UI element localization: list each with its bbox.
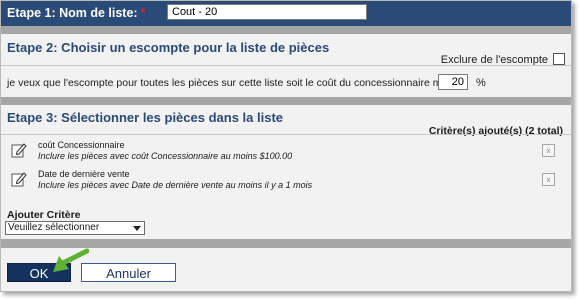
required-mark: * [140,6,146,20]
criteria-name: Date de dernière vente [38,169,130,179]
step2-title: Etape 2: Choisir un escompte pour la lis… [7,40,330,55]
discount-text: je veux que l'escompte pour toutes les p… [7,77,464,89]
divider [1,134,571,135]
discount-input[interactable] [438,74,468,90]
step1-title: Etape 1: Nom de liste: * [7,6,145,20]
step3-section: Etape 3: Sélectionner les pièces dans la… [1,105,571,201]
add-criteria-label: Ajouter Critère [7,209,81,221]
step3-title: Etape 3: Sélectionner les pièces dans la… [7,110,284,125]
separator-bar [1,26,571,34]
edit-icon[interactable] [11,171,27,187]
criteria-description: Inclure les pièces avec coût Concessionn… [38,151,293,161]
add-criteria-select[interactable]: Veuillez sélectionner [5,221,145,235]
separator-bar [1,97,571,105]
percent-sign: % [476,77,486,89]
divider [1,65,571,66]
exclude-discount-checkbox[interactable] [553,53,565,65]
step1-title-text: Etape 1: Nom de liste: [7,6,138,20]
remove-criteria-button[interactable]: x [542,144,555,157]
remove-criteria-button[interactable]: x [542,173,555,186]
step1-header: Etape 1: Nom de liste: * [1,1,571,26]
pointer-arrow-icon [53,248,89,272]
add-criteria-selected: Veuillez sélectionner [8,222,100,233]
list-name-input[interactable] [167,4,367,20]
criteria-row: Date de dernière vente Inclure les pièce… [1,167,571,197]
dialog-frame: Etape 1: Nom de liste:* Etape 2: Choisir… [0,0,572,292]
step2-section: Etape 2: Choisir un escompte pour la lis… [1,34,571,97]
criteria-count: Critère(s) ajouté(s) (2 total) [428,125,563,137]
criteria-row: coût Concessionnaire Inclure les pièces … [1,138,571,168]
criteria-description: Inclure les pièces avec Date de dernière… [38,180,313,190]
edit-icon[interactable] [11,142,27,158]
cancel-button[interactable]: Annuler [81,263,176,282]
chevron-down-icon [133,226,141,231]
criteria-name: coût Concessionnaire [38,140,125,150]
